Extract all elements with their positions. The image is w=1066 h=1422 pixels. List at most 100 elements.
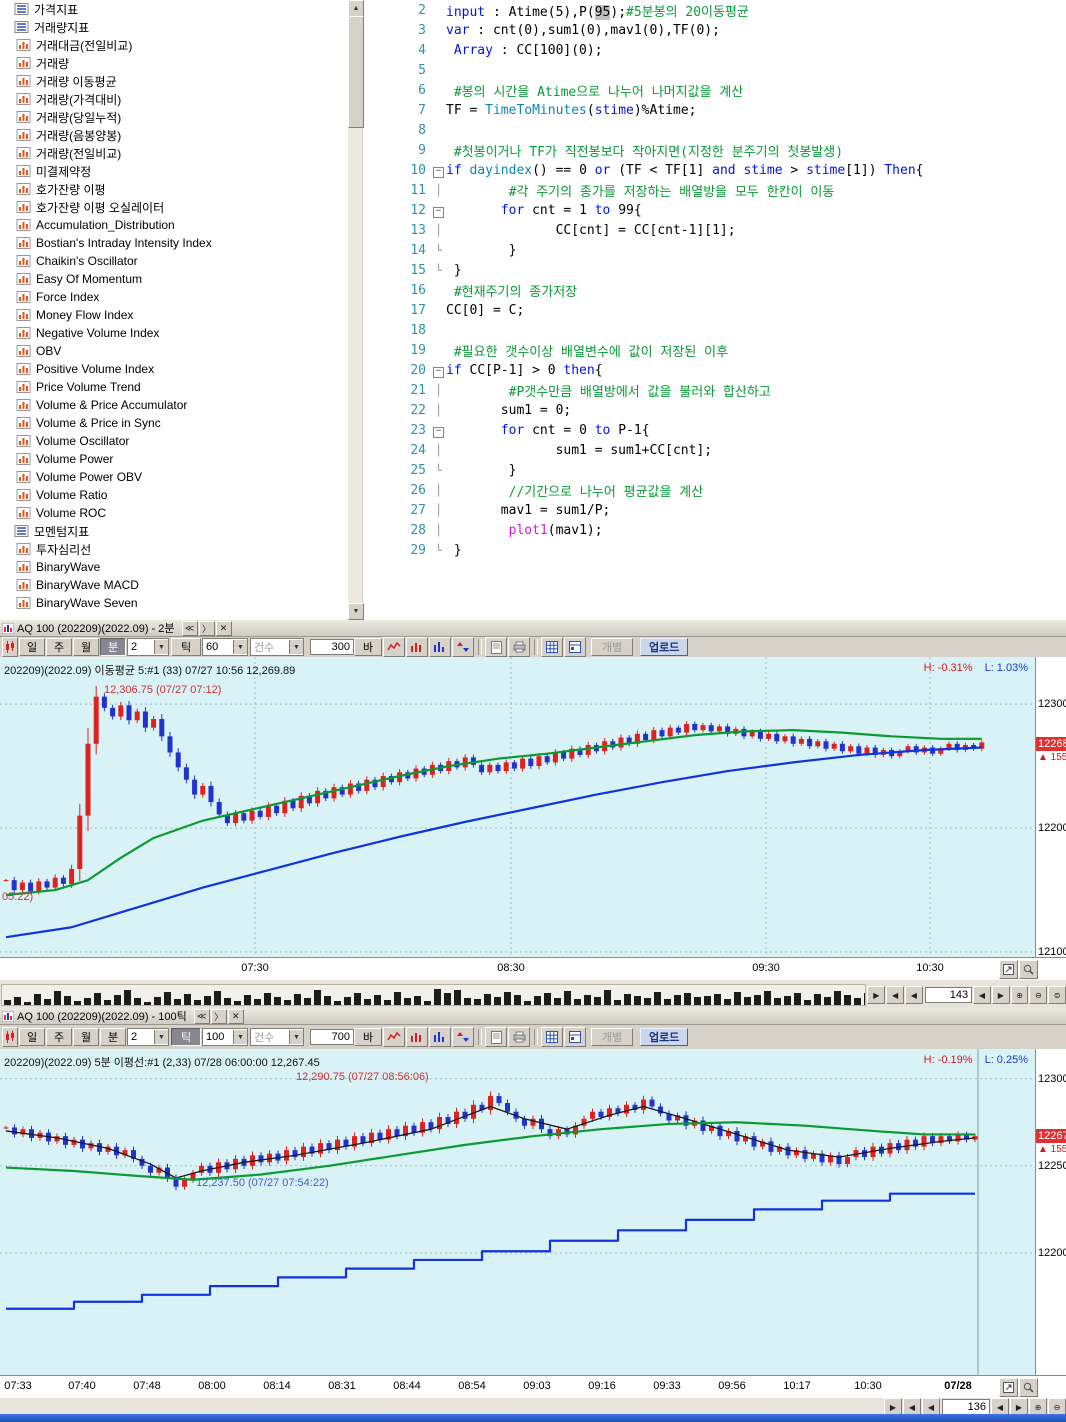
step-back2-icon[interactable]: ◀ [905,986,923,1004]
period-tick-button[interactable]: 틱 [171,1028,201,1046]
period-tick-button[interactable]: 틱 [171,638,201,656]
period-week-button[interactable]: 주 [46,1028,72,1046]
expand-icon[interactable] [999,1378,1018,1397]
window-next-icon[interactable]: 〉 [199,621,215,636]
print-icon[interactable] [508,637,530,657]
plus-circle-icon[interactable]: ⊕ [1011,986,1029,1004]
chevron-down-icon[interactable]: ▼ [233,1030,247,1044]
interval-dropdown[interactable]: 2▼ [127,1028,169,1046]
document-icon[interactable] [485,1027,507,1047]
scroll-left-icon[interactable]: ◀ [973,986,991,1004]
tree-item[interactable]: Volume Ratio [0,486,348,504]
period-minute-button[interactable]: 분 [100,638,126,656]
tree-scrollbar[interactable]: ▲ ▼ [348,0,362,620]
tree-item[interactable]: Volume ROC [0,504,348,522]
tree-category[interactable]: 거래량지표 [0,18,348,36]
period-day-button[interactable]: 일 [19,638,45,656]
interval-dropdown[interactable]: 2▼ [127,638,169,656]
scroll-down-button[interactable]: ▼ [348,603,364,620]
tree-item[interactable]: 호가잔량 이평 오실레이터 [0,198,348,216]
grid-settings-icon[interactable] [564,1027,586,1047]
fold-toggle-icon[interactable]: − [431,423,446,438]
candle-chart-icon[interactable] [2,1027,18,1047]
grid-icon[interactable] [541,637,563,657]
fold-toggle-icon[interactable]: − [431,163,446,178]
hand-icon[interactable]: ⊜ [1048,986,1066,1004]
zoom-icon[interactable] [1019,1378,1038,1397]
bar-chart-red-icon[interactable] [406,1027,428,1047]
time-axis[interactable]: 07:3307:4007:4808:0008:1408:3108:4408:54… [0,1375,1066,1398]
tree-item[interactable]: OBV [0,342,348,360]
tree-item[interactable]: Volume Power OBV [0,468,348,486]
tree-item[interactable]: Chaikin's Oscillator [0,252,348,270]
bars-apply-button[interactable]: 바 [354,1028,382,1046]
play-icon[interactable]: ▶ [867,986,885,1004]
document-icon[interactable] [485,637,507,657]
chart2-titlebar[interactable]: AQ 100 (202209)(2022.09) - 100틱 ≪ 〉 ✕ [0,1008,1066,1025]
bar-position-input[interactable]: 143 [925,987,972,1003]
tree-item[interactable]: Volume & Price Accumulator [0,396,348,414]
fold-toggle-icon[interactable]: − [431,363,446,378]
bars-apply-button[interactable]: 바 [354,638,382,656]
period-minute-button[interactable]: 분 [100,1028,126,1046]
tree-item[interactable]: 거래량(음봉양봉) [0,126,348,144]
period-month-button[interactable]: 월 [73,1028,99,1046]
tree-item[interactable]: 거래량 [0,54,348,72]
upload-button[interactable]: 업로드 [640,1028,688,1046]
scroll-right-icon[interactable]: ▶ [992,986,1010,1004]
close-icon[interactable]: ✕ [228,1009,244,1024]
bar-position-input[interactable]: 136 [942,1399,990,1415]
bar-chart-blue-icon[interactable] [429,1027,451,1047]
upload-button[interactable]: 업로드 [640,638,688,656]
tree-item[interactable]: 미결제약정 [0,162,348,180]
fold-toggle-icon[interactable]: − [431,203,446,218]
time-axis[interactable]: 07:3008:3009:3010:30 [0,957,1066,980]
tree-item[interactable]: Force Index [0,288,348,306]
minus-circle-icon[interactable]: ⊖ [1029,986,1047,1004]
chevron-down-icon[interactable]: ▼ [154,640,168,654]
tree-item[interactable]: 투자심리선 [0,540,348,558]
tree-item[interactable]: Price Volume Trend [0,378,348,396]
tree-item[interactable]: Volume Oscillator [0,432,348,450]
step-back-icon[interactable]: ◀ [886,986,904,1004]
chart1-plot-area[interactable]: 12,306.75 (07/27 07:12)05:22) 202209)(20… [0,657,1066,957]
tree-item[interactable]: Accumulation_Distribution [0,216,348,234]
os-taskbar[interactable] [0,1414,1066,1422]
tree-category[interactable]: 모멘텀지표 [0,522,348,540]
count-dropdown[interactable]: 건수▼ [250,1028,304,1046]
chart2-plot-area[interactable]: 12,290.75 (07/27 08:56:06)12,237.50 (07/… [0,1049,1066,1375]
period-month-button[interactable]: 월 [73,638,99,656]
chevron-down-icon[interactable]: ▼ [233,640,247,654]
bars-count-input[interactable]: 700 [310,1029,354,1045]
grid-settings-icon[interactable] [564,637,586,657]
scrollbar-thumb[interactable] [348,16,364,128]
tree-item[interactable]: BinaryWave [0,558,348,576]
tree-item[interactable]: Volume Power [0,450,348,468]
print-icon[interactable] [508,1027,530,1047]
sort-arrows-icon[interactable] [452,1027,474,1047]
price-axis[interactable]: 12300122001210012268▲ 155 [1035,657,1066,957]
bar-chart-red-icon[interactable] [406,637,428,657]
tree-category[interactable]: 가격지표 [0,0,348,18]
tree-item[interactable]: 거래량(가격대비) [0,90,348,108]
tick-dropdown[interactable]: 100▼ [202,1028,248,1046]
volume-navigator[interactable] [1,984,866,1006]
tree-item[interactable]: BinaryWave Seven [0,594,348,612]
tree-item[interactable]: 거래량 이동평균 [0,72,348,90]
tree-item[interactable]: Positive Volume Index [0,360,348,378]
tree-item[interactable]: Volume & Price in Sync [0,414,348,432]
line-chart-icon[interactable] [383,1027,405,1047]
tree-item[interactable]: 호가잔량 이평 [0,180,348,198]
grid-icon[interactable] [541,1027,563,1047]
window-prev-icon[interactable]: ≪ [194,1009,210,1024]
period-week-button[interactable]: 주 [46,638,72,656]
window-prev-icon[interactable]: ≪ [182,621,198,636]
bars-count-input[interactable]: 300 [310,639,354,655]
period-day-button[interactable]: 일 [19,1028,45,1046]
tree-item[interactable]: 거래량(당일누적) [0,108,348,126]
tree-item[interactable]: 거래량(전일비교) [0,144,348,162]
individual-button[interactable]: 개별 [591,1028,633,1046]
sort-arrows-icon[interactable] [452,637,474,657]
line-chart-icon[interactable] [383,637,405,657]
tree-item[interactable]: Negative Volume Index [0,324,348,342]
